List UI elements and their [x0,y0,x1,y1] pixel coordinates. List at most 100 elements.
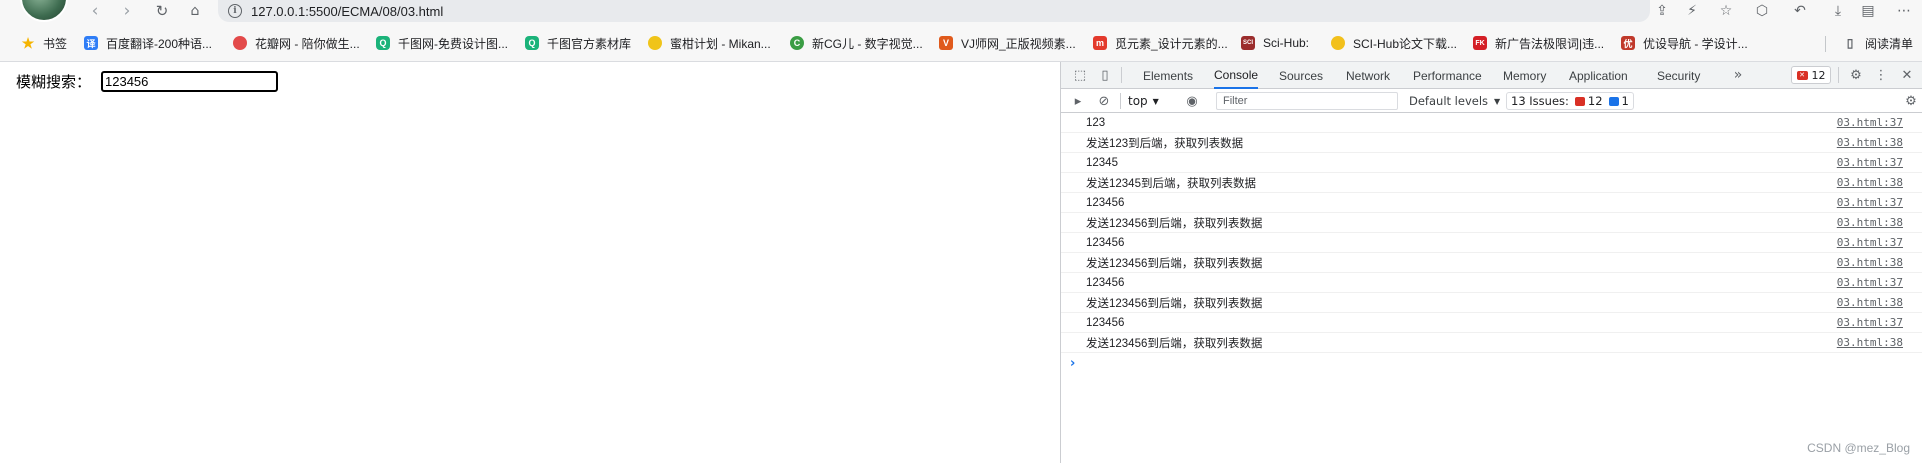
info-icon [1608,96,1619,106]
address-bar[interactable]: i 127.0.0.1:5500/ECMA/08/03.html [218,0,1650,22]
watermark: CSDN @mez_Blog [1807,441,1910,455]
bookmark-item[interactable]: V VJ师网_正版视频素... [939,33,1076,53]
source-link[interactable]: 03.html:37 [1837,196,1903,209]
share-icon[interactable]: ⇪ [1650,0,1674,22]
tab-memory[interactable]: Memory [1503,62,1546,89]
back-icon[interactable]: ‹ [82,0,108,22]
bookmark-item[interactable]: SCI-Hub论文下载... [1331,33,1457,53]
console-prompt-row[interactable]: › [1061,353,1922,373]
dropdown-arrow-icon: ▼ [1152,96,1159,106]
vj-icon: V [939,36,953,50]
dropdown-arrow-icon: ▼ [1494,96,1501,106]
bookmark-item[interactable]: 蜜柑计划 - Mikan... [648,33,771,53]
fk-icon: FK [1473,36,1487,50]
tab-application[interactable]: Application [1569,62,1628,89]
devtools-panel: ⬚ ▯ Elements Console Sources Network Per… [1060,62,1922,463]
browser-toolbar: ‹ › ↻ ⌂ i 127.0.0.1:5500/ECMA/08/03.html… [0,0,1922,24]
console-row: 发送123456到后端，获取列表数据 03.html:38 [1061,253,1922,273]
bookmark-item[interactable]: Q 千图网-免费设计图... [376,33,508,53]
more-icon[interactable]: ⋯ [1892,0,1916,22]
uisdc-icon: 优 [1621,36,1635,50]
divider [1838,67,1839,83]
sidebar-toggle-icon[interactable]: ▸ [1068,92,1088,110]
console-settings-icon[interactable]: ⚙ [1901,92,1921,110]
qiantu-icon: Q [376,36,390,50]
console-row: 123456 03.html:37 [1061,233,1922,253]
divider [1120,93,1121,109]
bookmark-item[interactable]: FK 新广告法极限词|违... [1473,33,1604,53]
device-toolbar-icon[interactable]: ▯ [1095,66,1115,84]
console-row: 123 03.html:37 [1061,113,1922,133]
devtools-tabbar: ⬚ ▯ Elements Console Sources Network Per… [1061,62,1922,89]
sidebar-icon[interactable]: ▤ [1856,0,1880,22]
prompt-chevron-icon: › [1070,355,1076,371]
huaban-icon [233,36,247,50]
info-icon[interactable]: i [228,4,242,18]
bookmarks-divider [1825,36,1826,52]
filter-input[interactable] [1216,92,1398,110]
error-count-badge[interactable]: ✕ 12 [1791,66,1831,84]
miyuansu-icon: m [1093,36,1107,50]
bookmark-item[interactable]: ★ 书签 [21,33,67,53]
source-link[interactable]: 03.html:37 [1837,236,1903,249]
bolt-icon[interactable]: ⚡ [1680,0,1704,22]
settings-icon[interactable]: ⚙ [1846,66,1866,84]
inspect-icon[interactable]: ⬚ [1070,66,1090,84]
bookmark-item[interactable]: C 新CG儿 - 数字视觉... [790,33,923,53]
undo-icon[interactable]: ↶ [1788,0,1812,22]
reading-list-icon: ▯ [1846,36,1854,50]
bookmark-item[interactable]: SCI Sci-Hub: [1241,33,1309,53]
bookmark-item[interactable]: 花瓣网 - 陪你做生... [233,33,360,53]
scihub-download-icon [1331,36,1345,50]
console-toolbar: ▸ ⊘ top ▼ ◉ Default levels ▼ 13 Issues: … [1061,89,1922,113]
tab-elements[interactable]: Elements [1143,62,1193,89]
bookmark-item[interactable]: m 觅元素_设计元素的... [1093,33,1228,53]
source-link[interactable]: 03.html:38 [1837,296,1903,309]
eye-icon[interactable]: ◉ [1182,92,1202,110]
divider [1121,67,1122,83]
console-output: 123 03.html:37 发送123到后端，获取列表数据 03.html:38 … [1061,113,1922,373]
more-tabs-icon[interactable]: » [1728,66,1748,84]
download-icon[interactable]: ⤓ [1826,0,1850,22]
console-row: 12345 03.html:37 [1061,153,1922,173]
home-icon[interactable]: ⌂ [182,0,208,22]
log-levels-select[interactable]: Default levels ▼ [1409,92,1500,110]
tab-security[interactable]: Security [1657,62,1700,89]
close-icon[interactable]: ✕ [1897,66,1917,84]
tab-sources[interactable]: Sources [1279,62,1323,89]
scihub-icon: SCI [1241,36,1255,50]
source-link[interactable]: 03.html:38 [1837,336,1903,349]
source-link[interactable]: 03.html:37 [1837,316,1903,329]
source-link[interactable]: 03.html:37 [1837,116,1903,129]
cg-icon: C [790,36,804,50]
source-link[interactable]: 03.html:38 [1837,256,1903,269]
extensions-icon[interactable]: ⬡ [1750,0,1774,22]
star-icon[interactable]: ☆ [1714,0,1738,22]
bookmark-item[interactable]: 译 百度翻译-200种语... [84,33,212,53]
console-row: 发送12345到后端，获取列表数据 03.html:38 [1061,173,1922,193]
context-select[interactable]: top ▼ [1128,92,1159,110]
mikan-icon [648,36,662,50]
clear-console-icon[interactable]: ⊘ [1094,92,1114,110]
source-link[interactable]: 03.html:37 [1837,276,1903,289]
tab-network[interactable]: Network [1346,62,1390,89]
search-input[interactable] [101,71,278,92]
issues-button[interactable]: 13 Issues: 12 1 [1506,92,1634,110]
source-link[interactable]: 03.html:38 [1837,216,1903,229]
source-link[interactable]: 03.html:37 [1837,156,1903,169]
error-icon [1574,96,1585,106]
bookmark-item[interactable]: Q 千图官方素材库 [525,33,631,53]
tab-console[interactable]: Console [1214,62,1259,89]
reading-list-button[interactable]: ▯ 阅读清单 [1843,33,1913,53]
reload-icon[interactable]: ↻ [149,0,175,22]
console-row: 发送123到后端，获取列表数据 03.html:38 [1061,133,1922,153]
search-label: 模糊搜索： [16,73,92,91]
customize-icon[interactable]: ⋮ [1871,66,1891,84]
forward-icon[interactable]: › [114,0,140,22]
url-text: 127.0.0.1:5500/ECMA/08/03.html [251,3,444,19]
source-link[interactable]: 03.html:38 [1837,176,1903,189]
tab-performance[interactable]: Performance [1413,62,1482,89]
source-link[interactable]: 03.html:38 [1837,136,1903,149]
bookmark-item[interactable]: 优 优设导航 - 学设计... [1621,33,1748,53]
profile-avatar[interactable] [20,0,68,22]
